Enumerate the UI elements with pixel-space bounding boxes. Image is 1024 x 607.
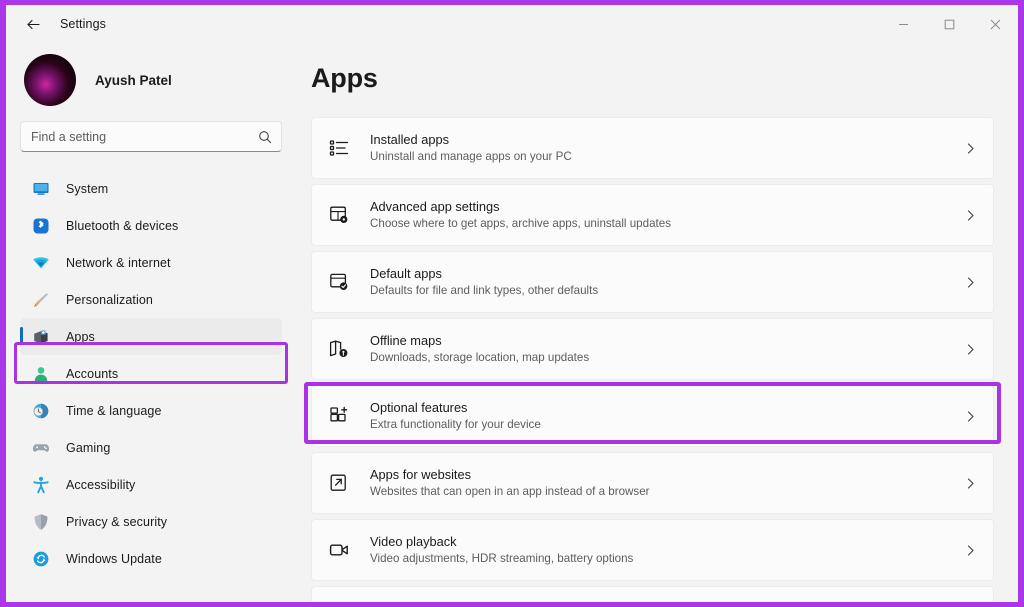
card-subtitle: Websites that can open in an app instead… (370, 485, 650, 498)
chevron-right-icon (964, 477, 977, 490)
search-input[interactable] (21, 122, 281, 151)
optional-features-icon (326, 403, 352, 429)
advanced-app-settings-icon (326, 202, 352, 228)
profile-name: Ayush Patel (95, 72, 172, 88)
settings-window: Settings Ayush Patel Find a setting Syst… (6, 5, 1018, 602)
chevron-right-icon (964, 343, 977, 356)
video-playback-icon (326, 537, 352, 563)
settings-card-list: Installed apps Uninstall and manage apps… (311, 117, 994, 602)
settings-card-advanced-app-settings[interactable]: Advanced app settings Choose where to ge… (311, 184, 994, 246)
settings-card-optional-features[interactable]: Optional features Extra functionality fo… (311, 385, 994, 447)
search-icon[interactable] (258, 130, 272, 144)
clock-globe-icon (31, 401, 51, 421)
card-subtitle: Extra functionality for your device (370, 418, 541, 431)
card-subtitle: Video adjustments, HDR streaming, batter… (370, 552, 634, 565)
installed-apps-icon (326, 135, 352, 161)
sidebar-item-label: Accessibility (66, 477, 136, 492)
sidebar-item-label: Bluetooth & devices (66, 218, 179, 233)
paintbrush-icon (31, 290, 51, 310)
wifi-icon (31, 253, 51, 273)
title-bar: Settings (6, 5, 1018, 43)
sidebar-item-label: Personalization (66, 292, 153, 307)
settings-card-video-playback[interactable]: Video playback Video adjustments, HDR st… (311, 519, 994, 581)
sidebar-item-accounts[interactable]: Accounts (20, 355, 282, 392)
sidebar: Ayush Patel Sys (6, 43, 296, 602)
apps-for-websites-icon (326, 470, 352, 496)
sidebar-item-label: Accounts (66, 366, 119, 381)
card-title: Installed apps (370, 132, 449, 147)
sidebar-item-privacy-security[interactable]: Privacy & security (20, 503, 282, 540)
sidebar-item-windows-update[interactable]: Windows Update (20, 540, 282, 577)
card-subtitle: Choose where to get apps, archive apps, … (370, 217, 671, 230)
shield-icon (31, 512, 51, 532)
minimize-button[interactable] (880, 5, 926, 43)
window-title: Settings (60, 17, 106, 31)
chevron-right-icon (964, 544, 977, 557)
apps-icon (31, 327, 51, 347)
main-content: Apps Installed apps Uninstall and manage… (296, 43, 1018, 602)
sidebar-item-label: Time & language (66, 403, 162, 418)
chevron-right-icon (964, 410, 977, 423)
sidebar-item-network-internet[interactable]: Network & internet (20, 244, 282, 281)
card-title: Apps for websites (370, 467, 472, 482)
card-title: Default apps (370, 266, 442, 281)
card-title: Offline maps (370, 333, 442, 348)
sidebar-item-gaming[interactable]: Gaming (20, 429, 282, 466)
settings-card-installed-apps[interactable]: Installed apps Uninstall and manage apps… (311, 117, 994, 179)
window-controls (880, 5, 1018, 43)
sidebar-item-personalization[interactable]: Personalization (20, 281, 282, 318)
sidebar-nav-list: System Bluetooth & devices Network & int… (20, 170, 282, 577)
search-box[interactable] (20, 121, 282, 152)
profile-section[interactable]: Ayush Patel (20, 43, 282, 117)
sidebar-item-label: Apps (66, 329, 95, 344)
account-icon (31, 364, 51, 384)
card-subtitle: Uninstall and manage apps on your PC (370, 150, 572, 163)
close-button[interactable] (972, 5, 1018, 43)
card-title: Optional features (370, 400, 468, 415)
settings-card-offline-maps[interactable]: Offline maps Downloads, storage location… (311, 318, 994, 380)
back-arrow-icon (25, 16, 42, 33)
sidebar-item-accessibility[interactable]: Accessibility (20, 466, 282, 503)
sidebar-item-label: Network & internet (66, 255, 171, 270)
chevron-right-icon (964, 276, 977, 289)
maximize-button[interactable] (926, 5, 972, 43)
settings-card-startup[interactable]: Startup (311, 586, 994, 602)
sidebar-item-system[interactable]: System (20, 170, 282, 207)
update-icon (31, 549, 51, 569)
page-title: Apps (311, 63, 378, 93)
sidebar-item-apps[interactable]: Apps (20, 318, 282, 355)
sidebar-item-bluetooth-devices[interactable]: Bluetooth & devices (20, 207, 282, 244)
sidebar-item-time-language[interactable]: Time & language (20, 392, 282, 429)
sidebar-item-label: System (66, 181, 109, 196)
avatar (24, 54, 76, 106)
card-title: Video playback (370, 534, 457, 549)
default-apps-icon (326, 269, 352, 295)
card-subtitle: Defaults for file and link types, other … (370, 284, 599, 297)
sidebar-item-label: Windows Update (66, 551, 162, 566)
card-title: Advanced app settings (370, 199, 500, 214)
system-icon (31, 179, 51, 199)
chevron-right-icon (964, 209, 977, 222)
offline-maps-icon (326, 336, 352, 362)
card-subtitle: Downloads, storage location, map updates (370, 351, 590, 364)
sidebar-item-label: Gaming (66, 440, 111, 455)
bluetooth-icon (31, 216, 51, 236)
gamepad-icon (31, 438, 51, 458)
sidebar-item-label: Privacy & security (66, 514, 168, 529)
settings-card-default-apps[interactable]: Default apps Defaults for file and link … (311, 251, 994, 313)
chevron-right-icon (964, 142, 977, 155)
settings-card-apps-for-websites[interactable]: Apps for websites Websites that can open… (311, 452, 994, 514)
back-button[interactable] (16, 9, 50, 39)
accessibility-icon (31, 475, 51, 495)
